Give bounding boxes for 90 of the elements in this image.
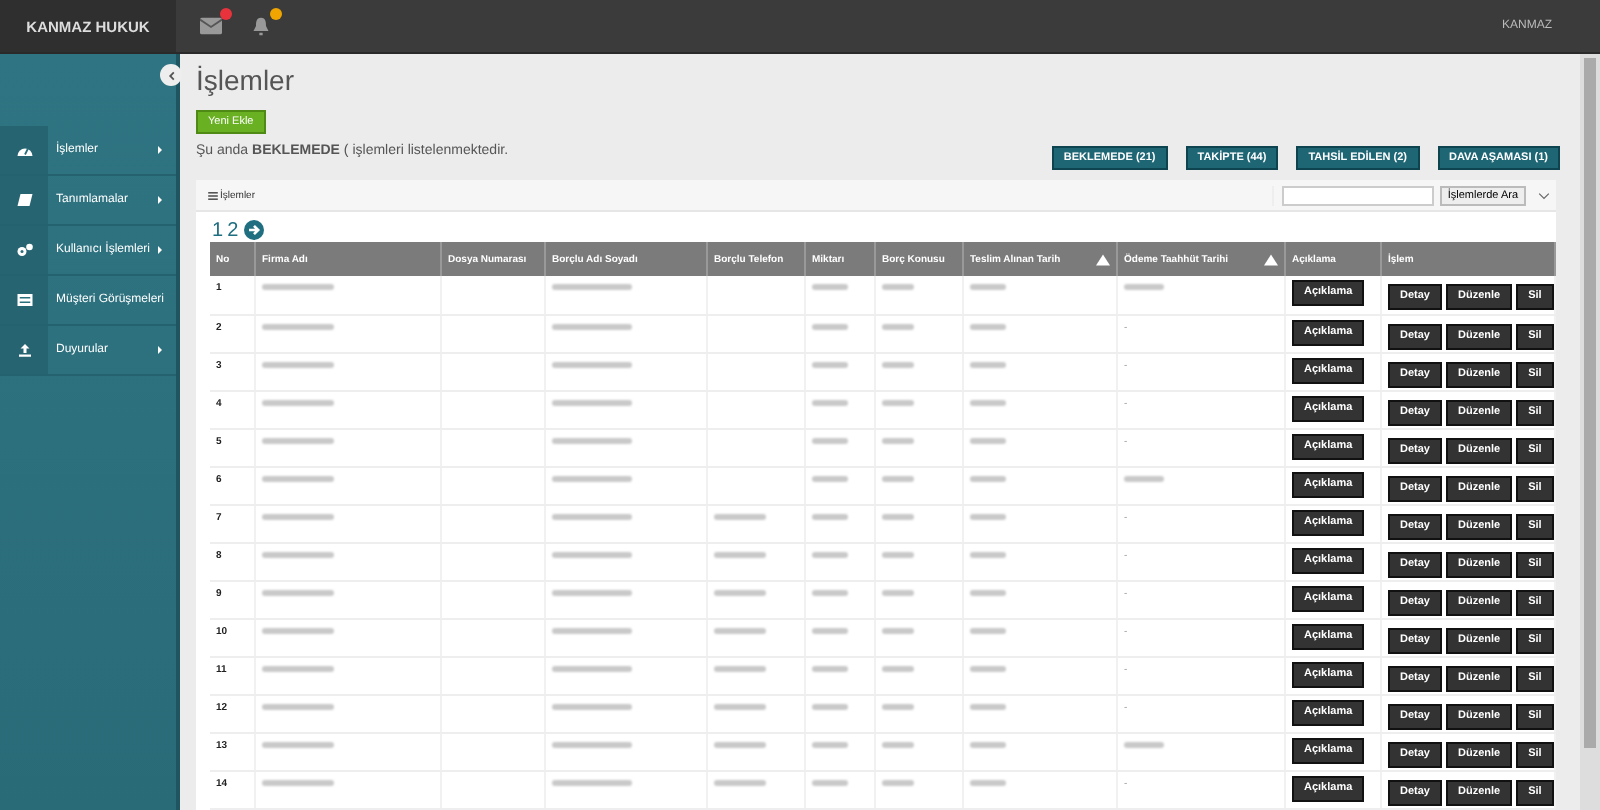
list-icon — [208, 191, 218, 199]
blurred-text — [262, 323, 334, 329]
blurred-text — [882, 284, 914, 290]
blurred-text — [552, 513, 632, 519]
blurred-text — [882, 323, 914, 329]
sort-icon[interactable] — [1264, 253, 1278, 265]
blurred-text — [552, 551, 632, 557]
blurred-text — [882, 399, 914, 405]
blurred-text — [970, 437, 1006, 443]
blurred-text — [970, 627, 1006, 633]
blurred-text — [552, 665, 632, 671]
blurred-text — [812, 703, 848, 709]
blurred-text — [882, 703, 914, 709]
book-icon — [15, 192, 33, 208]
blurred-text — [262, 741, 334, 747]
blurred-text — [970, 323, 1006, 329]
blurred-text — [970, 399, 1006, 405]
blurred-text — [812, 551, 848, 557]
blurred-text — [882, 551, 914, 557]
blurred-text — [882, 437, 914, 443]
blurred-text — [812, 284, 848, 290]
page-link[interactable]: 2 — [227, 219, 239, 241]
blurred-text — [262, 627, 334, 633]
page-title: İşlemler — [196, 62, 297, 98]
blurred-text — [552, 399, 632, 405]
blurred-text — [262, 703, 334, 709]
blurred-text — [812, 475, 848, 481]
blurred-text — [970, 741, 1006, 747]
next-page-icon[interactable] — [244, 220, 265, 240]
blurred-text — [812, 627, 848, 633]
scrollbar[interactable] — [1580, 54, 1600, 810]
blurred-text — [552, 437, 632, 443]
blurred-text — [970, 284, 1006, 290]
blurred-text — [262, 665, 334, 671]
blurred-text — [812, 665, 848, 671]
blurred-text — [882, 665, 914, 671]
blurred-text — [262, 361, 334, 367]
list-icon — [15, 292, 33, 308]
gears-icon — [15, 242, 33, 258]
blurred-text — [970, 551, 1006, 557]
blurred-text — [970, 361, 1006, 367]
blurred-text — [812, 741, 848, 747]
blurred-text — [812, 323, 848, 329]
blurred-text — [812, 513, 848, 519]
page-link[interactable]: 1 — [212, 219, 224, 241]
blurred-text — [552, 741, 632, 747]
notification-button[interactable] — [196, 12, 226, 40]
blurred-text — [262, 475, 334, 481]
blurred-text — [970, 665, 1006, 671]
blurred-text — [882, 475, 914, 481]
blurred-text — [812, 361, 848, 367]
chevron-left-icon — [165, 69, 177, 81]
blurred-text — [262, 437, 334, 443]
gauge-icon — [15, 142, 33, 158]
blurred-text — [812, 437, 848, 443]
collapse-button[interactable] — [160, 64, 182, 86]
blurred-text — [970, 779, 1006, 785]
blurred-text — [882, 779, 914, 785]
blurred-text — [970, 589, 1006, 595]
blurred-text — [812, 589, 848, 595]
blurred-text — [882, 361, 914, 367]
mail-icon — [200, 16, 222, 36]
search-field[interactable] — [1281, 185, 1434, 205]
blurred-text — [970, 703, 1006, 709]
blurred-text — [882, 513, 914, 519]
sort-icon[interactable] — [1096, 253, 1110, 265]
blurred-text — [552, 703, 632, 709]
blurred-text — [262, 589, 334, 595]
upload-icon — [15, 342, 33, 358]
blurred-text — [552, 475, 632, 481]
blurred-text — [882, 741, 914, 747]
blurred-text — [552, 323, 632, 329]
blurred-text — [262, 284, 334, 290]
blurred-text — [262, 513, 334, 519]
blurred-text — [552, 589, 632, 595]
blurred-text — [262, 551, 334, 557]
blurred-text — [262, 779, 334, 785]
bell-icon — [250, 16, 272, 36]
blurred-text — [812, 779, 848, 785]
blurred-text — [882, 627, 914, 633]
chevron-icon — [1538, 191, 1550, 199]
blurred-text — [552, 779, 632, 785]
blurred-text — [552, 284, 632, 290]
blurred-text — [882, 589, 914, 595]
blurred-text — [552, 361, 632, 367]
blurred-text — [262, 399, 334, 405]
blurred-text — [970, 475, 1006, 481]
blurred-text — [552, 627, 632, 633]
blurred-text — [812, 399, 848, 405]
blurred-text — [970, 513, 1006, 519]
